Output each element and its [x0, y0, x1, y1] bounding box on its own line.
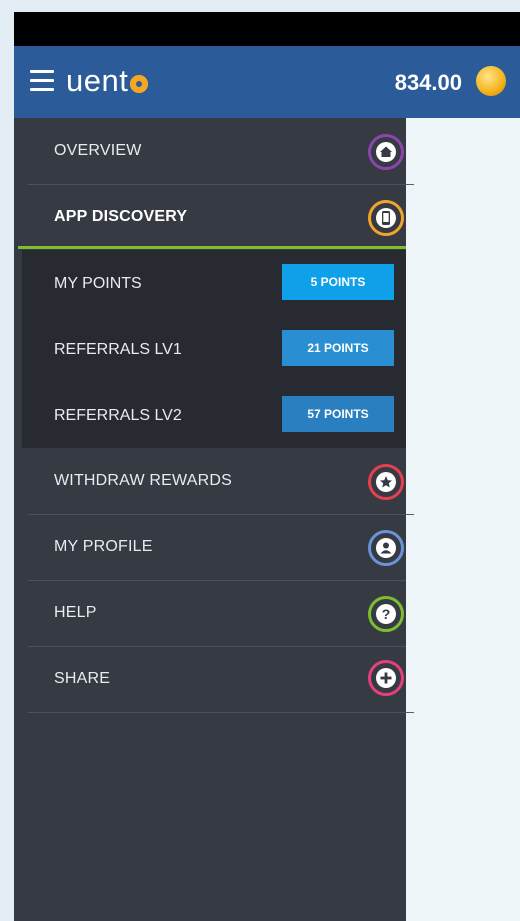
submenu-item-my-points[interactable]: MY POINTS 5 POINTS — [22, 250, 406, 316]
menu-divider — [28, 712, 406, 713]
left-margin — [0, 118, 14, 921]
menu-item-my-profile[interactable]: MY PROFILE — [14, 514, 406, 580]
plus-icon — [368, 660, 404, 696]
logo-o-icon — [130, 75, 149, 93]
content-divider — [406, 712, 414, 713]
hamburger-menu-icon[interactable] — [30, 70, 56, 92]
menu-item-withdraw-rewards[interactable]: WITHDRAW REWARDS — [14, 448, 406, 514]
user-icon — [368, 530, 404, 566]
frame-top — [0, 0, 520, 12]
status-bar — [14, 12, 520, 46]
main-content — [406, 118, 520, 921]
submenu-label-referrals-lv1: REFERRALS LV1 — [54, 341, 182, 358]
menu-label-app-discovery: APP DISCOVERY — [54, 208, 188, 225]
menu-item-share[interactable]: SHARE — [14, 646, 406, 712]
submenu-label-referrals-lv2: REFERRALS LV2 — [54, 407, 182, 424]
logo-text: uent — [66, 63, 129, 98]
coin-icon[interactable] — [476, 66, 506, 96]
menu-label-help: HELP — [54, 604, 97, 621]
points-submenu: MY POINTS 5 POINTS REFERRALS LV1 21 POIN… — [22, 250, 406, 448]
points-badge: 21 POINTS — [282, 330, 394, 366]
phone-icon — [368, 200, 404, 236]
app-logo: uent — [66, 61, 149, 101]
menu-item-overview[interactable]: OVERVIEW — [14, 118, 406, 184]
menu-item-app-discovery[interactable]: APP DISCOVERY — [14, 184, 406, 250]
points-total: 834.00 — [394, 70, 462, 95]
menu-label-withdraw: WITHDRAW REWARDS — [54, 472, 232, 489]
submenu-item-referrals-lv1[interactable]: REFERRALS LV1 21 POINTS — [22, 316, 406, 382]
active-indicator — [18, 246, 406, 249]
menu-item-help[interactable]: HELP ? — [14, 580, 406, 646]
content-divider — [406, 514, 414, 515]
points-badge: 5 POINTS — [282, 264, 394, 300]
star-icon — [368, 464, 404, 500]
submenu-item-referrals-lv2[interactable]: REFERRALS LV2 57 POINTS — [22, 382, 406, 448]
menu-label-share: SHARE — [54, 670, 111, 687]
question-icon: ? — [368, 596, 404, 632]
menu-label-overview: OVERVIEW — [54, 142, 142, 159]
content-divider — [406, 184, 414, 185]
navigation-drawer: OVERVIEW APP DISCOVERY MY POINTS 5 POINT… — [14, 118, 406, 921]
submenu-label-my-points: MY POINTS — [54, 275, 142, 292]
svg-text:?: ? — [382, 606, 391, 622]
menu-label-profile: MY PROFILE — [54, 538, 153, 555]
points-badge: 57 POINTS — [282, 396, 394, 432]
home-icon — [368, 134, 404, 170]
app-bar: uent 834.00 — [14, 46, 520, 118]
